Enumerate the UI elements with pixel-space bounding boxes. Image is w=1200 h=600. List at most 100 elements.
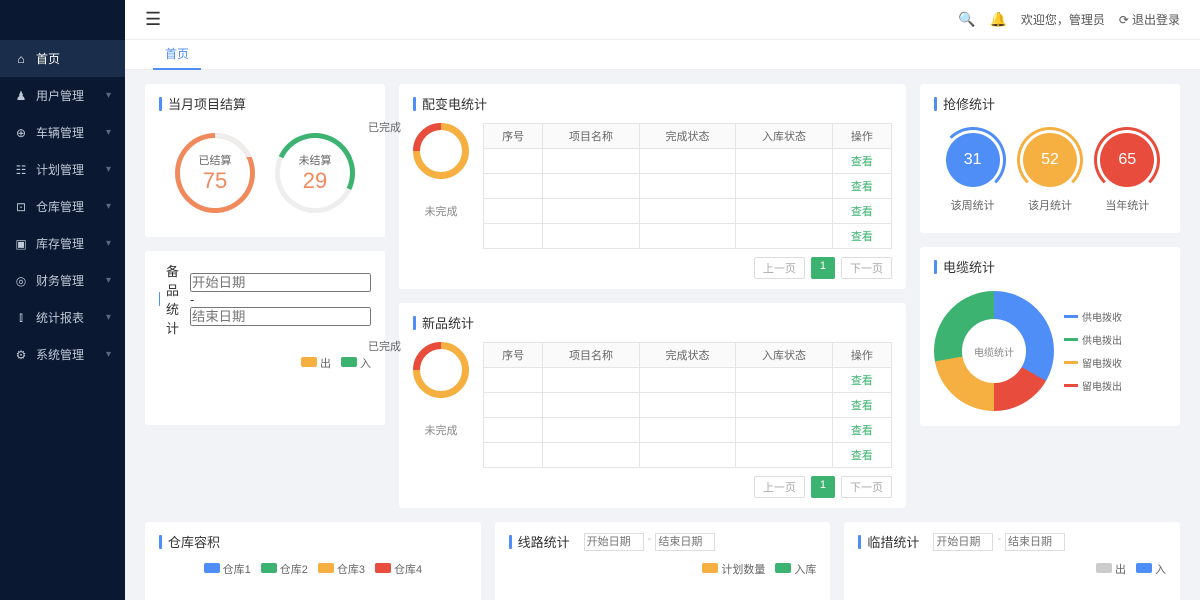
sidebar: ⌂ 首页 ♟ 用户管理 ▾ ⊕ 车辆管理 ▾ ☷ 计划管理 ▾ ⊡仓库管理 ▾ ▣ 库存管… bbox=[0, 0, 125, 600]
card-title: 新品统计 bbox=[413, 313, 892, 332]
calendar-icon: ☷ bbox=[14, 163, 28, 177]
table-distribution: 序号 项目名称 完成状态 入库状态 操作 查看 查看 bbox=[483, 123, 892, 249]
card-repair: 抢修统计 31 该周统计 52 该月统计 65 bbox=[920, 84, 1180, 233]
ring-settled: 已结算 75 bbox=[175, 133, 255, 213]
card-title: 当月项目结算 bbox=[159, 94, 371, 113]
chevron-down-icon: ▾ bbox=[106, 90, 111, 101]
repair-year: 65 当年统计 bbox=[1100, 133, 1154, 213]
view-link[interactable]: 查看 bbox=[851, 231, 873, 243]
bell-icon[interactable]: 🔔 bbox=[989, 11, 1006, 28]
logout-icon: ⟳ bbox=[1119, 13, 1129, 27]
sidebar-item-label: 统计报表 bbox=[36, 309, 84, 326]
view-link[interactable]: 查看 bbox=[851, 206, 873, 218]
card-warehouse: 仓库容积 仓库1 仓库2 仓库3 仓库4 10080 bbox=[145, 522, 481, 600]
donut-cable: 电缆统计 bbox=[934, 291, 1054, 411]
pager-page[interactable]: 1 bbox=[811, 257, 835, 279]
sidebar-item-warehouse[interactable]: ⊡仓库管理 ▾ bbox=[0, 188, 125, 225]
sidebar-item-finance[interactable]: ◎ 财务管理 ▾ bbox=[0, 262, 125, 299]
view-link[interactable]: 查看 bbox=[851, 400, 873, 412]
sidebar-item-label: 系统管理 bbox=[36, 346, 84, 363]
card-newprod: 新品统计 已完成 未完成 bbox=[399, 303, 906, 508]
sidebar-item-user[interactable]: ♟ 用户管理 ▾ bbox=[0, 77, 125, 114]
view-link[interactable]: 查看 bbox=[851, 450, 873, 462]
user-icon: ♟ bbox=[14, 89, 28, 103]
logo bbox=[0, 0, 125, 40]
view-link[interactable]: 查看 bbox=[851, 156, 873, 168]
card-spare: 备品统计 - 出 入 bbox=[145, 251, 385, 425]
sidebar-item-label: 用户管理 bbox=[36, 87, 84, 104]
pager-page[interactable]: 1 bbox=[811, 476, 835, 498]
table-row: 查看 bbox=[484, 199, 892, 224]
card-title: 配变电统计 bbox=[413, 94, 892, 113]
card-temp: 临措统计 - 出 入 1612 bbox=[844, 522, 1180, 600]
card-settlement: 当月项目结算 已结算 75 未结算 29 bbox=[145, 84, 385, 237]
logout-button[interactable]: ⟳退出登录 bbox=[1119, 11, 1180, 28]
line-end-date[interactable] bbox=[655, 533, 715, 551]
repair-week: 31 该周统计 bbox=[946, 133, 1000, 213]
card-title: 备品统计 - bbox=[159, 261, 371, 337]
chevron-down-icon: ▾ bbox=[106, 127, 111, 138]
chart-warehouse: 10080 bbox=[159, 583, 467, 600]
sidebar-item-label: 首页 bbox=[36, 50, 60, 67]
table-row: 查看 bbox=[484, 443, 892, 468]
table-newprod: 序号 项目名称 完成状态 入库状态 操作 查看 查看 bbox=[483, 342, 892, 468]
chart-line: 100 bbox=[509, 583, 817, 600]
sidebar-item-label: 财务管理 bbox=[36, 272, 84, 289]
sidebar-item-inventory[interactable]: ▣ 库存管理 ▾ bbox=[0, 225, 125, 262]
card-cable: 电缆统计 电缆统计 供电拨收 供电拨出 留电拨收 留电拨出 bbox=[920, 247, 1180, 426]
pager-next[interactable]: 下一页 bbox=[841, 257, 892, 279]
sidebar-item-label: 库存管理 bbox=[36, 235, 84, 252]
sidebar-item-plan[interactable]: ☷ 计划管理 ▾ bbox=[0, 151, 125, 188]
chart-icon: ⫾ bbox=[14, 311, 28, 325]
chevron-down-icon: ▾ bbox=[106, 238, 111, 249]
line-start-date[interactable] bbox=[584, 533, 644, 551]
view-link[interactable]: 查看 bbox=[851, 375, 873, 387]
greeting-text: 欢迎您，管理员 bbox=[1021, 11, 1105, 28]
donut-newprod: 已完成 未完成 bbox=[413, 342, 469, 498]
home-icon: ⌂ bbox=[14, 52, 28, 66]
temp-start-date[interactable] bbox=[933, 533, 993, 551]
card-title: 抢修统计 bbox=[934, 94, 1166, 113]
tabs: 首页 bbox=[125, 40, 1200, 70]
donut-distribution: 已完成 未完成 bbox=[413, 123, 469, 279]
view-link[interactable]: 查看 bbox=[851, 425, 873, 437]
pager-prev[interactable]: 上一页 bbox=[754, 476, 805, 498]
search-icon[interactable]: 🔍 bbox=[958, 11, 975, 28]
spare-start-date[interactable] bbox=[190, 273, 371, 292]
chevron-down-icon: ▾ bbox=[106, 201, 111, 212]
card-title: 线路统计 - bbox=[509, 532, 817, 551]
card-line: 线路统计 - 计划数量 入库 100 bbox=[495, 522, 831, 600]
chevron-down-icon: ▾ bbox=[106, 275, 111, 286]
sidebar-item-label: 仓库管理 bbox=[36, 198, 84, 215]
topbar: ☰ 🔍 🔔 欢迎您，管理员 ⟳退出登录 bbox=[125, 0, 1200, 40]
chevron-down-icon: ▾ bbox=[106, 349, 111, 360]
tab-home[interactable]: 首页 bbox=[153, 39, 201, 70]
money-icon: ◎ bbox=[14, 274, 28, 288]
sidebar-item-label: 车辆管理 bbox=[36, 124, 84, 141]
card-title: 电缆统计 bbox=[934, 257, 1166, 276]
box-icon: ▣ bbox=[14, 237, 28, 251]
card-title: 临措统计 - bbox=[858, 532, 1166, 551]
menu-collapse-icon[interactable]: ☰ bbox=[145, 9, 161, 30]
view-link[interactable]: 查看 bbox=[851, 181, 873, 193]
pager-prev[interactable]: 上一页 bbox=[754, 257, 805, 279]
car-icon: ⊕ bbox=[14, 126, 28, 140]
ring-unsettled: 未结算 29 bbox=[275, 133, 355, 213]
table-row: 查看 bbox=[484, 174, 892, 199]
chart-temp: 1612 bbox=[858, 583, 1166, 600]
sidebar-item-system[interactable]: ⚙系统管理 ▾ bbox=[0, 336, 125, 373]
legend-in: 入 bbox=[341, 355, 371, 371]
sidebar-item-label: 计划管理 bbox=[36, 161, 84, 178]
table-row: 查看 bbox=[484, 393, 892, 418]
table-row: 查看 bbox=[484, 418, 892, 443]
sidebar-item-home[interactable]: ⌂ 首页 bbox=[0, 40, 125, 77]
card-title: 仓库容积 bbox=[159, 532, 467, 551]
temp-end-date[interactable] bbox=[1005, 533, 1065, 551]
sidebar-item-vehicle[interactable]: ⊕ 车辆管理 ▾ bbox=[0, 114, 125, 151]
pager-next[interactable]: 下一页 bbox=[841, 476, 892, 498]
table-row: 查看 bbox=[484, 224, 892, 249]
sidebar-item-report[interactable]: ⫾统计报表 ▾ bbox=[0, 299, 125, 336]
chevron-down-icon: ▾ bbox=[106, 164, 111, 175]
spare-end-date[interactable] bbox=[190, 307, 371, 326]
card-distribution: 配变电统计 已完成 未完成 bbox=[399, 84, 906, 289]
